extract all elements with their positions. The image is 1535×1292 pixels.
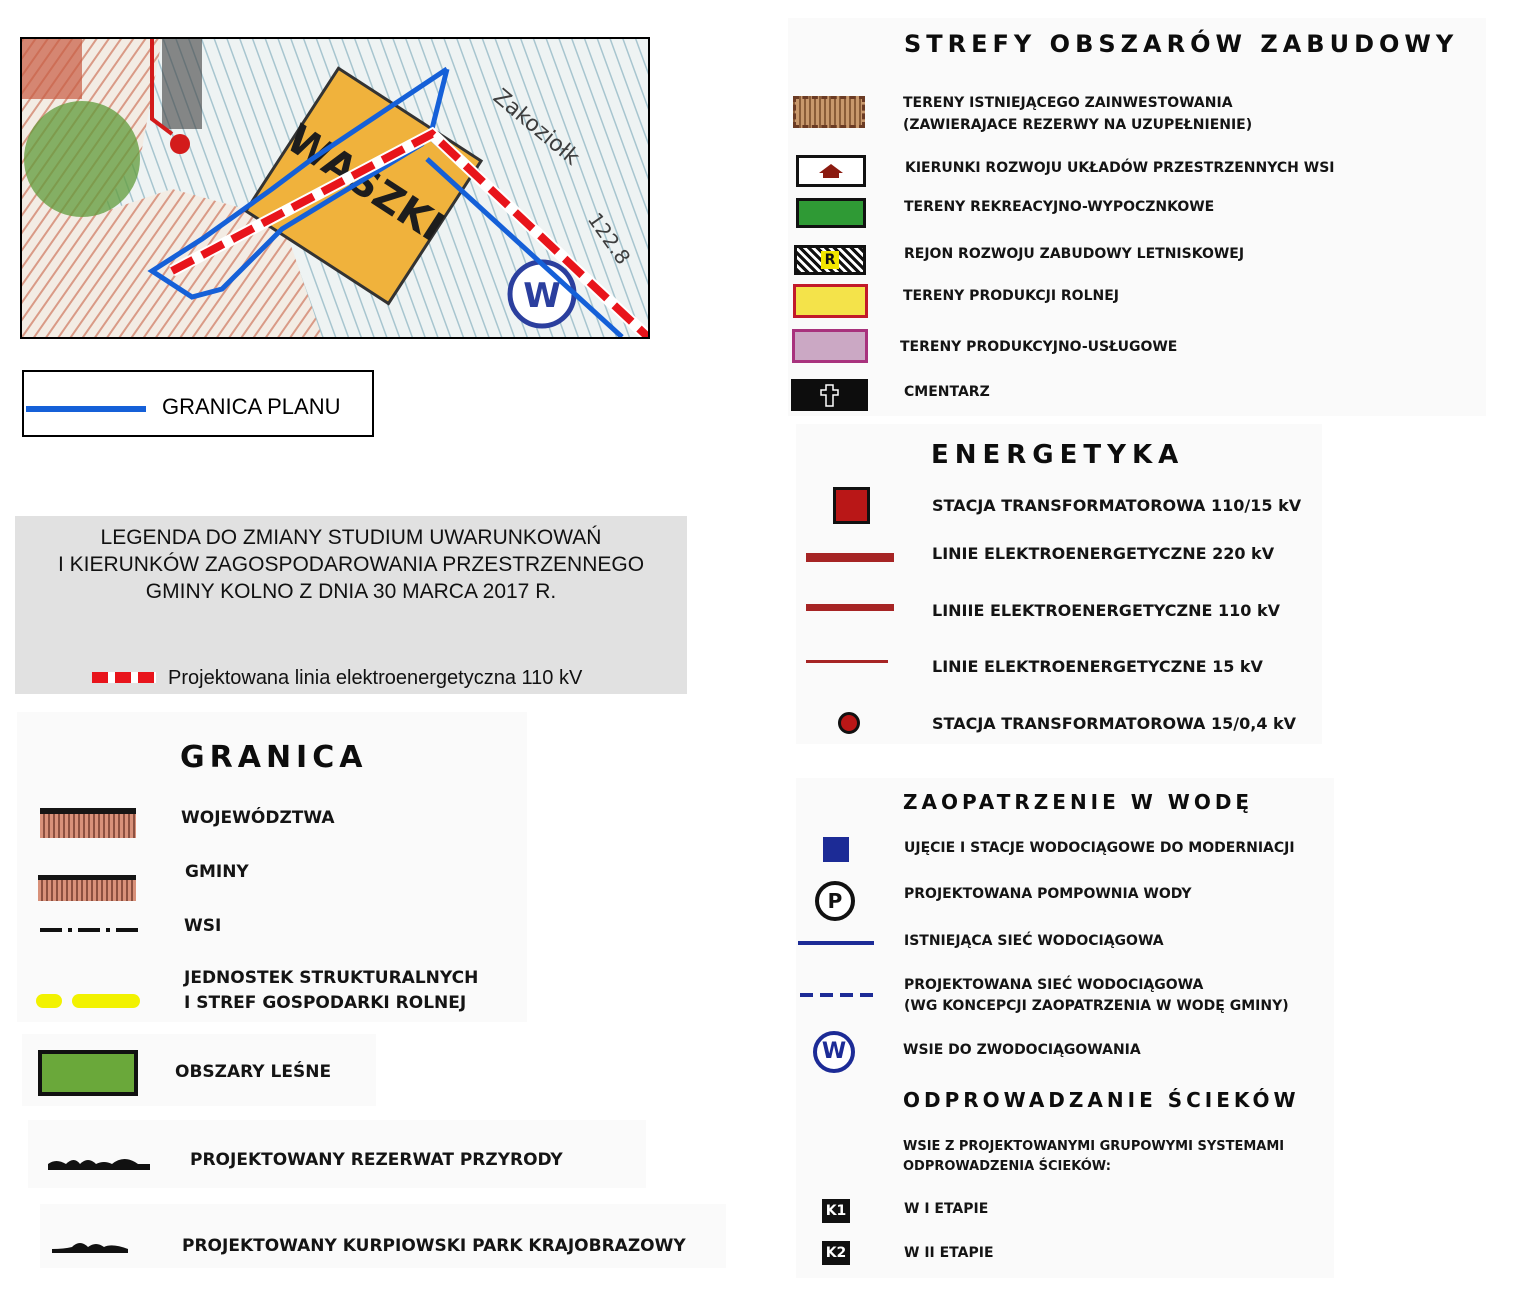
- cemetery-symbol: [791, 379, 868, 411]
- summer-housing-r: R: [821, 251, 839, 269]
- village-development-symbol: [796, 155, 866, 187]
- pump-station-icon: P: [815, 881, 855, 921]
- village-water-supply-label: WSIE DO ZWODOCIĄGOWANIA: [903, 1042, 1141, 1058]
- cross-icon: [820, 384, 839, 407]
- svg-text:W: W: [523, 276, 561, 316]
- existing-development-symbol: [793, 96, 865, 128]
- scieki-intro: WSIE Z PROJEKTOWANYMI GRUPOWYMI SYSTEMAM…: [903, 1139, 1285, 1174]
- water-intake-symbol: [823, 837, 849, 862]
- recreation-label: TERENY REKREACYJNO-WYPOCZNKOWE: [904, 199, 1215, 215]
- structural-unit-symbol-b: [72, 994, 140, 1008]
- line-15kv-label: LINIE ELEKTROENERGETYCZNE 15 kV: [932, 657, 1263, 676]
- scieki-heading: ODPROWADZANIE ŚCIEKÓW: [903, 1088, 1300, 1112]
- landscape-park-label: PROJEKTOWANY KURPIOWSKI PARK KRAJOBRAZOW…: [182, 1236, 686, 1256]
- cemetery-label: CMENTARZ: [904, 384, 990, 400]
- map-inset: WASZKI Zakoziołk 122.8 W: [20, 37, 650, 339]
- line-15kv-symbol: [806, 660, 888, 663]
- plan-boundary-label: GRANICA PLANU: [162, 394, 341, 419]
- line-110kv-symbol: [806, 604, 894, 611]
- line-110kv-label: LINIIE ELEKTROENERGETYCZNE 110 kV: [932, 601, 1281, 620]
- legend-title-panel: LEGENDA DO ZMIANY STUDIUM UWARUNKOWAŃ I …: [15, 516, 687, 694]
- planned-water-network-symbol: [800, 993, 874, 997]
- line-220kv-label: LINIE ELEKTROENERGETYCZNE 220 kV: [932, 544, 1275, 563]
- recreation-symbol: [796, 198, 866, 228]
- production-services-label: TERENY PRODUKCYJNO-USŁUGOWE: [900, 339, 1178, 355]
- pump-station-letter: P: [827, 889, 843, 913]
- plan-boundary-symbol: [26, 406, 146, 412]
- energetyka-panel: [796, 424, 1322, 744]
- transformer-station-marker: [170, 134, 190, 154]
- commune-boundary-label: GMINY: [185, 862, 249, 882]
- summer-housing-symbol: R: [794, 245, 866, 275]
- projected-line-label: Projektowana linia elektroenergetyczna 1…: [168, 667, 583, 689]
- production-services-symbol: [792, 329, 868, 363]
- village-water-supply-icon: W: [813, 1031, 855, 1073]
- transformer-15-04-label: STACJA TRANSFORMATOROWA 15/0,4 kV: [932, 714, 1297, 733]
- transformer-110-15-label: STACJA TRANSFORMATOROWA 110/15 kV: [932, 496, 1302, 515]
- legend-title: LEGENDA DO ZMIANY STUDIUM UWARUNKOWAŃ I …: [57, 526, 645, 603]
- agricultural-production-label: TERENY PRODUKCJI ROLNEJ: [903, 288, 1119, 304]
- map-inset-drawing: WASZKI Zakoziołk 122.8 W: [22, 39, 648, 337]
- forest-area: [24, 101, 140, 217]
- commune-boundary-symbol: [38, 875, 136, 901]
- plan-boundary-legend: GRANICA PLANU: [22, 370, 374, 437]
- granica-heading: GRANICA: [180, 740, 368, 775]
- sewage-stage-2-symbol: K2: [822, 1241, 850, 1265]
- voivodeship-boundary-symbol: [40, 808, 136, 838]
- existing-development-label: TERENY ISTNIEJĄCEGO ZAINWESTOWANIA (ZAWI…: [903, 95, 1253, 133]
- planned-water-network-label: PROJEKTOWANA SIEĆ WODOCIĄGOWA (WG KONCEP…: [904, 977, 1289, 1014]
- village-boundary-label: WSI: [184, 916, 222, 936]
- arrow-up-icon: [819, 164, 843, 178]
- forest-label: OBSZARY LEŚNE: [175, 1062, 332, 1082]
- forest-symbol: [38, 1050, 138, 1096]
- sewage-stage-2-label: W II ETAPIE: [904, 1245, 994, 1261]
- nature-reserve-label: PROJEKTOWANY REZERWAT PRZYRODY: [190, 1150, 563, 1170]
- transformer-110-15-symbol: [833, 487, 870, 524]
- agricultural-production-symbol: [793, 284, 868, 318]
- strefy-panel: [788, 18, 1486, 416]
- line-220kv-symbol: [806, 553, 894, 562]
- voivodeship-boundary-label: WOJEWÓDZTWA: [181, 808, 335, 828]
- structural-unit-label: JEDNOSTEK STRUKTURALNYCH I STREF GOSPODA…: [184, 968, 479, 1013]
- existing-water-network-label: ISTNIEJĄCA SIEĆ WODOCIĄGOWA: [904, 933, 1164, 949]
- village-boundary-symbol: [40, 928, 138, 932]
- woda-heading: ZAOPATRZENIE W WODĘ: [903, 790, 1254, 814]
- nature-reserve-symbol: [48, 1159, 150, 1170]
- landscape-park-symbol: [52, 1243, 128, 1253]
- summer-housing-label: REJON ROZWOJU ZABUDOWY LETNISKOWEJ: [904, 246, 1245, 262]
- village-development-label: KIERUNKI ROZWOJU UKŁADÓW PRZESTRZENNYCH …: [905, 160, 1335, 176]
- sewage-stage-1-label: W I ETAPIE: [904, 1201, 989, 1217]
- village-water-letter: W: [821, 1039, 847, 1064]
- strefy-heading: STREFY OBSZARÓW ZABUDOWY: [904, 30, 1459, 58]
- pump-station-label: PROJEKTOWANA POMPOWNIA WODY: [904, 886, 1192, 902]
- energetyka-heading: ENERGETYKA: [931, 440, 1185, 470]
- existing-water-network-symbol: [798, 941, 874, 945]
- structural-unit-symbol-a: [36, 994, 62, 1008]
- transformer-15-04-symbol: [838, 712, 860, 734]
- sewage-stage-1-symbol: K1: [822, 1199, 850, 1223]
- water-intake-label: UJĘCIE I STACJE WODOCIĄGOWE DO MODERNIAC…: [904, 840, 1295, 856]
- projected-line-symbol: [92, 672, 156, 683]
